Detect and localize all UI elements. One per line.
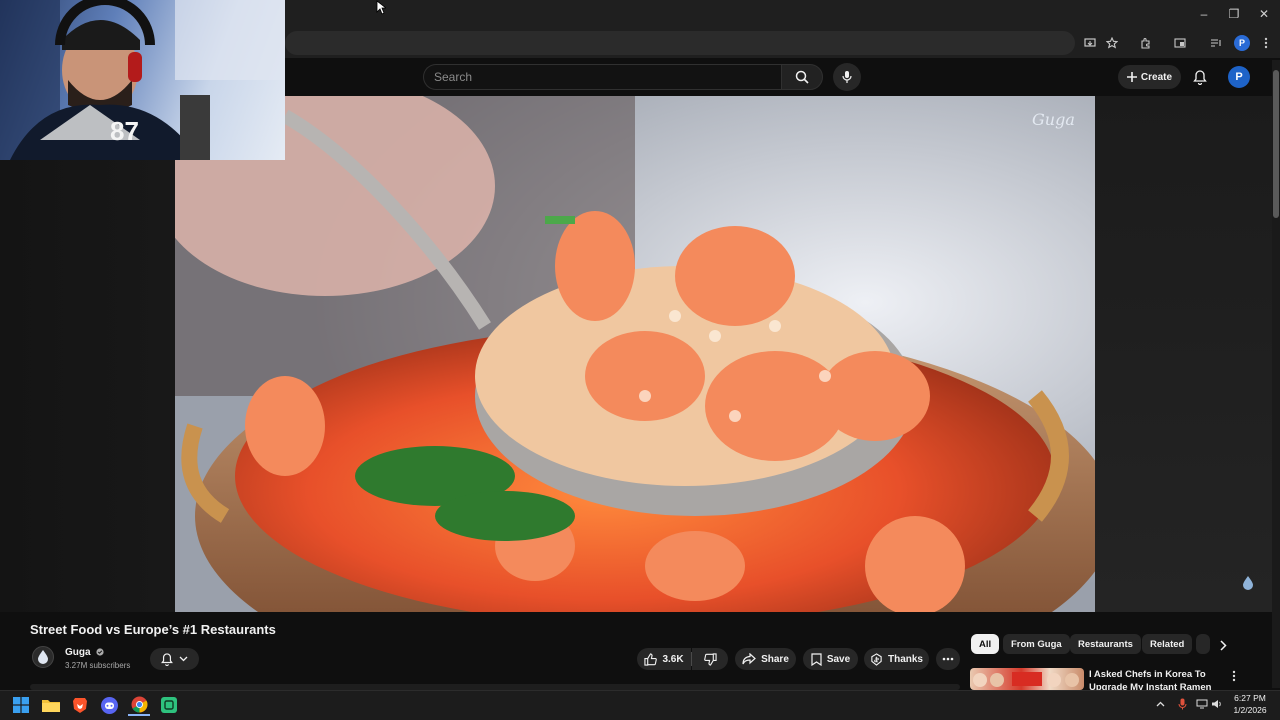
save-label: Save [826,653,851,665]
bell-icon [161,652,173,666]
close-window-button[interactable]: ✕ [1248,0,1280,28]
media-controls-icon[interactable] [1206,33,1226,53]
search-input[interactable] [434,65,764,89]
plus-icon [1126,72,1137,82]
tray-overflow-icon[interactable] [1153,697,1167,711]
thanks-label: Thanks [887,653,923,665]
chip-partial[interactable] [1196,634,1210,654]
dislike-button[interactable] [692,648,728,670]
network-icon[interactable] [1195,697,1209,711]
recommendation-thumbnail[interactable] [970,668,1084,690]
address-bar[interactable] [285,31,1075,55]
chrome-icon [131,696,147,712]
bookmark-icon [811,652,822,666]
microphone-icon [842,71,852,83]
notifications-button[interactable] [1189,66,1211,88]
more-actions-button[interactable] [936,648,960,670]
share-icon [742,653,756,665]
like-button[interactable]: 3.6K [637,648,691,670]
bell-icon [1193,69,1207,85]
webcam-overlay: 87 [0,0,285,160]
more-vertical-icon [1232,670,1236,682]
brave-browser-button[interactable] [69,694,91,716]
mouse-cursor-icon [376,0,386,15]
share-button[interactable]: Share [735,648,796,670]
discord-icon [100,696,118,714]
browser-menu-icon[interactable] [1256,33,1276,53]
file-explorer-button[interactable] [40,694,62,716]
brave-lion-icon [73,697,87,713]
taskbar-clock-time[interactable]: 6:27 PM [1230,693,1270,703]
channel-name[interactable]: Guga [65,647,104,658]
chevron-right-icon [1219,639,1227,651]
subscriber-count: 3.27M subscribers [65,661,131,670]
channel-branding-icon[interactable] [1240,575,1256,591]
streamer-webcam-image: 87 [0,0,285,160]
video-title: Street Food vs Europe’s #1 Restaurants [30,622,276,637]
create-button[interactable]: Create [1118,65,1181,89]
verified-badge-icon [96,648,104,656]
video-frame-image [175,96,1095,612]
bookmark-star-icon[interactable] [1102,33,1122,53]
player-side-shadow [1095,96,1272,612]
search-icon [795,70,809,84]
windows-start-button[interactable] [10,694,32,716]
volume-icon[interactable] [1210,697,1224,711]
svg-text:87: 87 [110,116,139,146]
taskbar-clock-date[interactable]: 1/2/2026 [1230,705,1270,715]
tab-search-icon[interactable] [1170,33,1190,53]
folder-icon [42,700,60,712]
create-label: Create [1140,71,1173,83]
channel-watermark: Guga [1032,110,1075,129]
save-button[interactable]: Save [803,648,858,670]
channel-name-text: Guga [65,647,91,658]
chrome-button[interactable] [128,694,150,716]
scrollbar-thumb[interactable] [1273,70,1279,218]
thumbs-down-icon [703,652,717,666]
recommendation-menu-button[interactable] [1228,668,1240,684]
subscription-notifications-button[interactable] [150,648,199,670]
chips-next-button[interactable] [1214,636,1232,654]
minimize-button[interactable]: – [1188,0,1220,28]
extensions-icon[interactable] [1136,33,1156,53]
video-player[interactable]: Guga [175,96,1095,612]
search-box [423,64,781,90]
green-app-button[interactable] [158,694,180,716]
thanks-button[interactable]: Thanks [864,648,929,670]
thumbs-up-icon [644,652,658,666]
voice-search-button[interactable] [833,63,861,91]
install-app-icon[interactable] [1080,33,1100,53]
channel-avatar[interactable] [32,646,54,668]
more-horizontal-icon [942,657,954,661]
app-green-icon [161,697,177,713]
chip-from-guga[interactable]: From Guga [1003,634,1070,654]
super-thanks-icon [871,652,882,666]
like-count: 3.6K [662,653,684,665]
chip-related[interactable]: Related [1142,634,1193,654]
microphone-tray-icon[interactable] [1175,697,1189,711]
chip-restaurants[interactable]: Restaurants [1070,634,1141,654]
discord-button[interactable] [98,694,120,716]
windows-taskbar [0,690,1280,720]
share-label: Share [761,653,789,665]
chip-all[interactable]: All [971,634,1000,654]
browser-profile-avatar[interactable]: P [1234,35,1250,51]
chevron-down-icon [179,656,188,662]
search-button[interactable] [781,64,823,90]
windows-logo-icon [13,697,29,713]
maximize-button[interactable]: ❐ [1218,0,1250,28]
recommendation-title[interactable]: I Asked Chefs in Korea To Upgrade My Ins… [1089,668,1214,690]
account-avatar[interactable]: P [1228,66,1250,88]
